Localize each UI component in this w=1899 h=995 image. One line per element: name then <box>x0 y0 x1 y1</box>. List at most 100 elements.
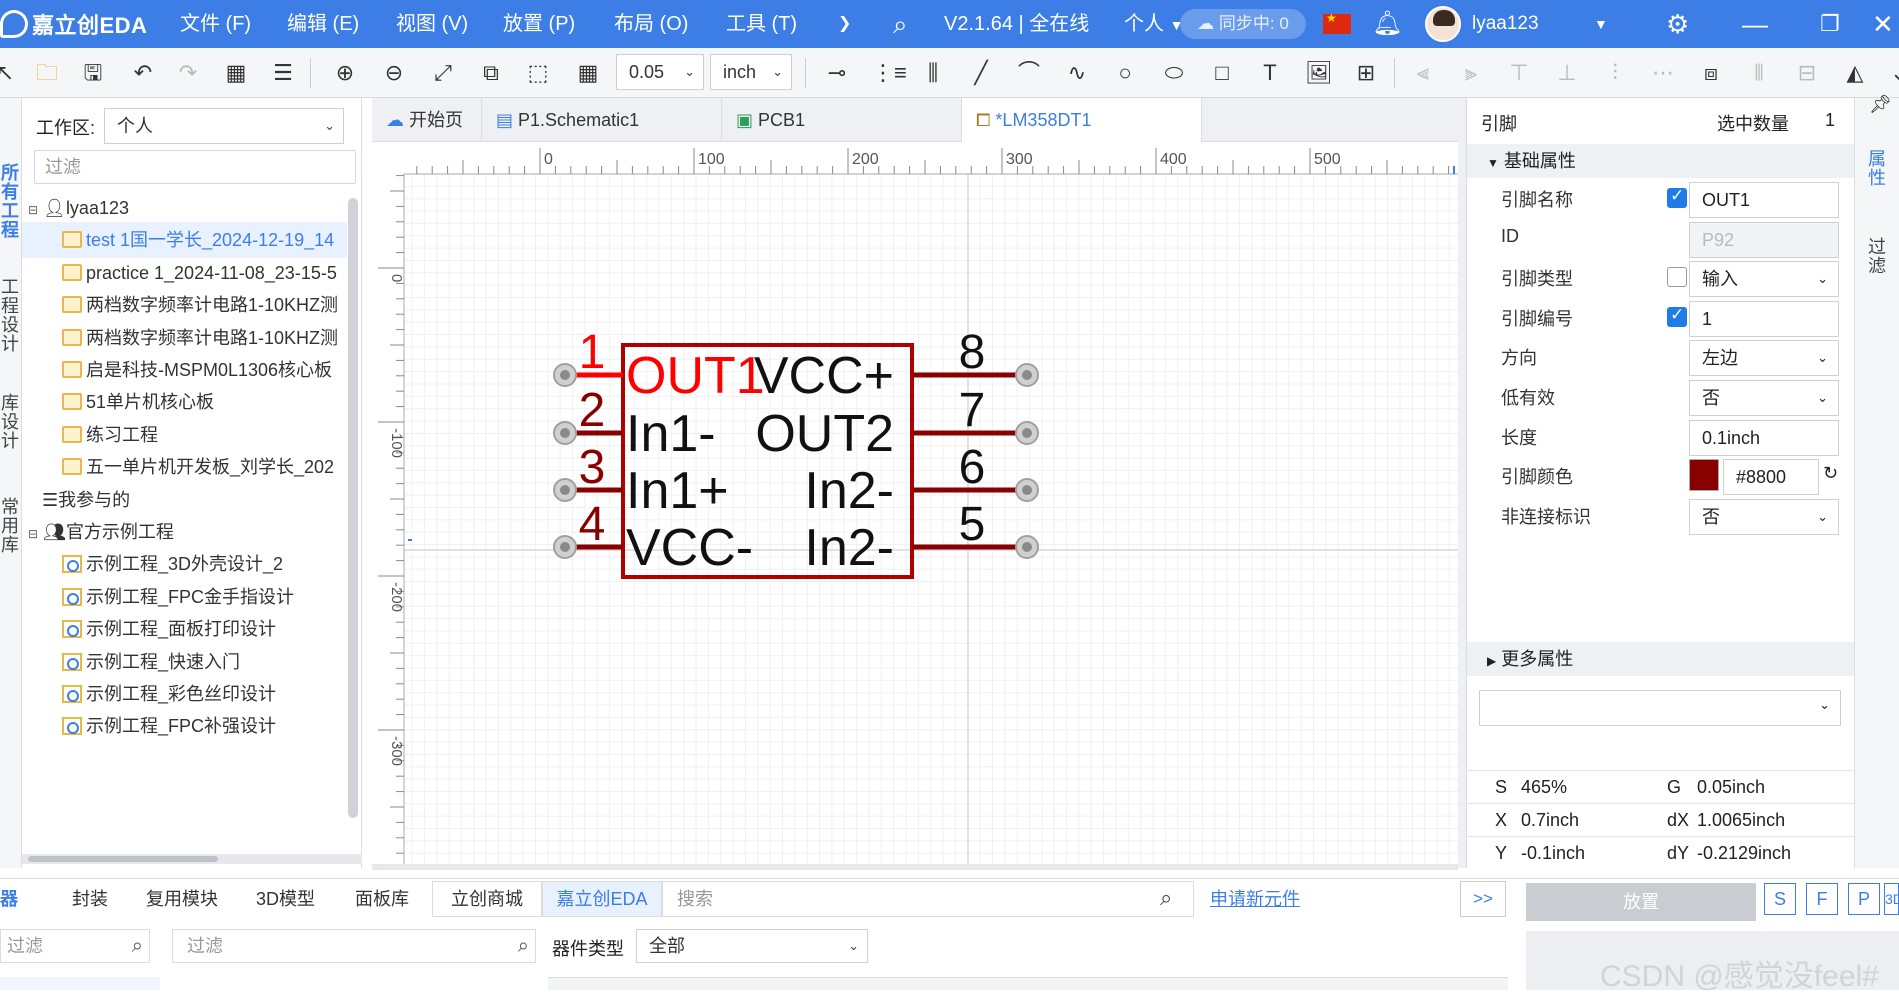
pin-number[interactable]: 3 <box>579 441 606 494</box>
search-icon[interactable]: ⌕ <box>518 930 529 962</box>
tree-item[interactable]: 51单片机核心板 <box>22 384 347 420</box>
circle-icon[interactable]: ○ <box>1112 60 1138 86</box>
view-footprint-button[interactable]: F <box>1806 883 1838 915</box>
align-bottom-icon[interactable]: ⊥ <box>1554 60 1580 86</box>
prop-field[interactable]: 否 ⌄ <box>1689 498 1839 535</box>
expand-button[interactable]: >> <box>1460 881 1506 917</box>
tab-start-page[interactable]: ☁ 开始页 <box>372 98 482 142</box>
table-icon[interactable]: ⊞ <box>1353 60 1379 86</box>
menu-more-chevron-icon[interactable]: ❯ <box>838 0 851 48</box>
pin-end-dot[interactable] <box>1022 542 1032 552</box>
prop-checkbox[interactable] <box>1667 186 1687 208</box>
align-right-icon[interactable]: ⫸ <box>1458 60 1484 86</box>
align-top-icon[interactable]: ⊤ <box>1506 60 1532 86</box>
view-3d-button[interactable]: 3D <box>1884 883 1899 915</box>
basic-props-section[interactable]: ▼ 基础属性 <box>1467 144 1855 178</box>
tab-pcb[interactable]: ▣ PCB1 <box>722 98 962 142</box>
zoom-in-icon[interactable]: ⊕ <box>332 60 358 86</box>
btab-reuse-blocks[interactable]: 复用模块 <box>146 879 218 919</box>
menu-layout[interactable]: 布局 (O) <box>614 0 688 48</box>
pin-end-dot[interactable] <box>560 370 570 380</box>
tree-item[interactable]: 示例工程_FPC金手指设计 <box>22 579 347 615</box>
align-center-v-icon[interactable]: ⋯ <box>1650 60 1676 86</box>
category-filter-input[interactable]: 过滤 ⌕ <box>0 929 150 963</box>
list-align-icon[interactable]: ☰ <box>270 60 296 86</box>
search-icon[interactable]: ⌕ <box>1160 885 1172 911</box>
tree-item[interactable]: 练习工程 <box>22 417 347 453</box>
sync-status-badge[interactable]: ☁ 同步中: 0 <box>1180 9 1306 39</box>
line-icon[interactable]: ╱ <box>968 60 994 86</box>
pin-name[interactable]: In1+ <box>626 462 729 520</box>
prop-checkbox[interactable] <box>1667 267 1687 288</box>
tree-item[interactable]: 示例工程_FPC补强设计 <box>22 708 347 744</box>
more-chevron-icon[interactable]: ⌄ <box>1890 60 1899 86</box>
more-props-section[interactable]: ▶ 更多属性 <box>1467 642 1855 676</box>
collapse-icon[interactable]: ⊟ <box>28 203 38 217</box>
settings-gear-icon[interactable]: ⚙ <box>1666 0 1689 48</box>
pin-end-dot[interactable] <box>1022 370 1032 380</box>
prop-field[interactable]: 1 <box>1689 300 1839 337</box>
tab-project-design[interactable]: 工程设计 <box>0 278 20 354</box>
tab-common-library[interactable]: 常用库 <box>0 498 20 555</box>
collapse-icon[interactable]: ⊟ <box>28 527 38 541</box>
save-icon[interactable]: 🖫 <box>80 60 106 86</box>
left-collapse-handle[interactable] <box>362 400 372 600</box>
pin-number[interactable]: 2 <box>579 384 606 437</box>
request-new-part-link[interactable]: 申请新元件 <box>1210 879 1300 919</box>
prop-field[interactable]: 0.1inch <box>1689 419 1839 456</box>
arrange-icon[interactable]: ⊟ <box>1794 60 1820 86</box>
prop-field[interactable]: OUT1 <box>1689 182 1839 218</box>
workspace-switch[interactable]: 个人 ▼ <box>1124 0 1183 48</box>
search-icon[interactable]: ⌕ <box>893 0 908 48</box>
device-filter-input[interactable]: 过滤 ⌕ <box>172 929 536 963</box>
right-splitter[interactable] <box>1458 98 1466 868</box>
search-icon[interactable]: ⌕ <box>132 930 143 962</box>
tree-item[interactable]: 示例工程_3D外壳设计_2 <box>22 546 347 582</box>
prop-checkbox[interactable] <box>1667 305 1687 327</box>
image-icon[interactable]: 🖼︎ <box>1305 60 1333 86</box>
tree-item[interactable]: practice 1_2024-11-08_23-15-5 <box>22 255 347 291</box>
tab-library-design[interactable]: 库设计 <box>0 394 20 451</box>
library-search-input[interactable]: 搜索 <box>662 881 1194 917</box>
avatar[interactable] <box>1425 6 1461 42</box>
pin-end-dot[interactable] <box>1022 428 1032 438</box>
tree-item[interactable]: 两档数字频率计电路1-10KHZ测 <box>22 287 347 323</box>
tree-item[interactable]: ☰我参与的 <box>22 482 347 518</box>
btab-footprints[interactable]: 封装 <box>72 879 108 919</box>
btab-devices[interactable]: 器件 <box>0 879 34 919</box>
tree-item[interactable]: 示例工程_面板打印设计 <box>22 611 347 647</box>
arc-icon[interactable]: ⌒ <box>1016 60 1042 86</box>
project-filter-input[interactable]: 过滤 <box>34 150 356 184</box>
tree-item[interactable]: 启是科技-MSPM0L1306核心板 <box>22 352 347 388</box>
pin-number[interactable]: 7 <box>959 384 986 437</box>
tree-item[interactable]: 两档数字频率计电路1-10KHZ测 <box>22 320 347 356</box>
menu-edit[interactable]: 编辑 (E) <box>287 0 359 48</box>
rectangle-icon[interactable]: □ <box>1209 60 1235 86</box>
flip-icon[interactable]: ◭ <box>1842 60 1868 86</box>
fit-view-icon[interactable]: ⤢ <box>430 60 456 86</box>
minimize-icon[interactable]: — <box>1742 0 1768 48</box>
prop-field[interactable]: 否 ⌄ <box>1689 380 1839 416</box>
view-symbol-button[interactable]: S <box>1764 883 1796 915</box>
pin-name[interactable]: VCC- <box>626 519 753 577</box>
menu-tools[interactable]: 工具 (T) <box>726 0 797 48</box>
pin-end-dot[interactable] <box>560 428 570 438</box>
tree-item[interactable]: 示例工程_彩色丝印设计 <box>22 676 347 712</box>
language-flag-icon[interactable] <box>1323 11 1351 34</box>
distribute-v-icon[interactable]: ⫴ <box>1746 60 1772 86</box>
pin-color-swatch[interactable] <box>1689 459 1719 492</box>
pin-color-input[interactable]: #8800 <box>1723 459 1819 496</box>
tab-schematic[interactable]: ▤ P1.Schematic1 <box>482 98 722 142</box>
notification-bell-icon[interactable]: 🔔︎ <box>1372 0 1402 48</box>
pin-name[interactable]: In2- <box>804 519 894 577</box>
btab-3d-models[interactable]: 3D模型 <box>256 879 315 919</box>
view-pcb-button[interactable]: P <box>1848 883 1880 915</box>
grid-size-select[interactable]: 0.05 ⌄ <box>616 54 704 90</box>
user-menu-chevron-icon[interactable]: ▼ <box>1594 0 1608 48</box>
editor-canvas[interactable]: 01002003004005006000-100-200-300-41OUT12… <box>372 142 1458 870</box>
ellipse-icon[interactable]: ⬭ <box>1161 60 1187 86</box>
pin-number[interactable]: 4 <box>579 498 606 551</box>
tree-item[interactable]: 五一单片机开发板_刘学长_202 <box>22 449 347 485</box>
pin-name[interactable]: In1- <box>626 405 716 463</box>
menu-view[interactable]: 视图 (V) <box>396 0 468 48</box>
